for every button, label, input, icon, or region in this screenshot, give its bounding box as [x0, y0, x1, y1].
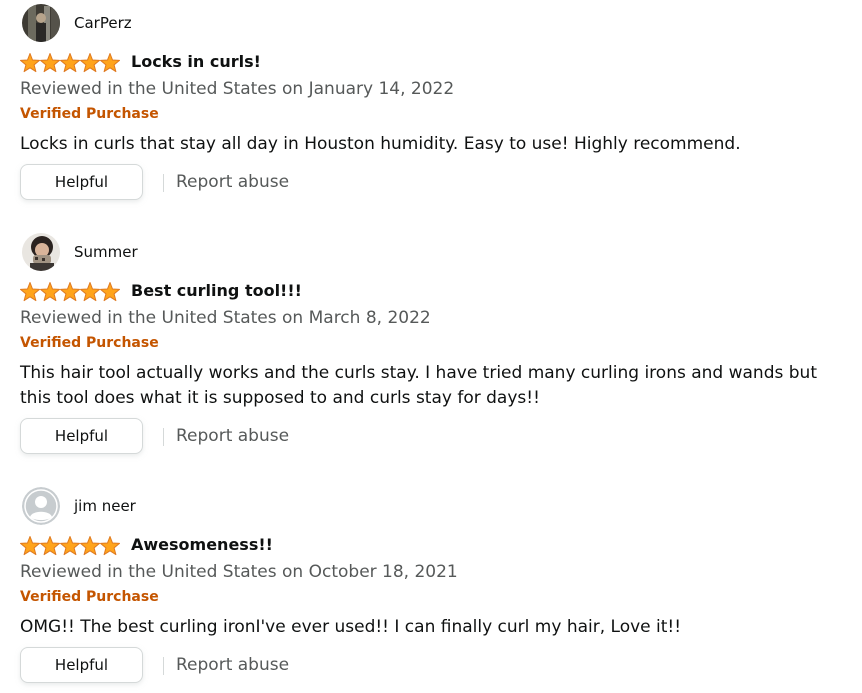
reviewer-profile[interactable]: jim neer	[20, 487, 420, 525]
review-title[interactable]: Awesomeness!!	[131, 535, 273, 554]
helpful-button[interactable]: Helpful	[20, 164, 143, 200]
review-text: OMG!! The best curling ironI've ever use…	[20, 617, 682, 637]
five-star-rating-icon[interactable]	[20, 281, 120, 303]
helpful-button[interactable]: Helpful	[20, 418, 143, 454]
star-icon	[59, 282, 81, 302]
five-star-rating-icon[interactable]	[20, 52, 120, 74]
reviewer-profile[interactable]: CarPerz	[20, 4, 420, 42]
review-text: This hair tool actually works and the cu…	[20, 363, 817, 408]
helpful-button[interactable]: Helpful	[20, 647, 143, 683]
reviewer-profile[interactable]: Summer	[20, 233, 420, 271]
review-text: Locks in curls that stay all day in Hous…	[20, 134, 741, 154]
review-2: Summer Best curling tool!!! Reviewed in …	[20, 233, 850, 458]
star-icon	[99, 53, 120, 73]
reviewer-name[interactable]: CarPerz	[74, 14, 132, 32]
review-title[interactable]: Best curling tool!!!	[131, 281, 302, 300]
default-avatar-icon[interactable]	[22, 487, 60, 525]
verified-purchase-badge[interactable]: Verified Purchase	[20, 106, 159, 122]
review-actions: Helpful Report abuse	[20, 418, 420, 456]
review-3: jim neer Awesomeness!! Reviewed in the U…	[20, 487, 850, 687]
star-icon	[79, 282, 101, 302]
avatar-photo-icon[interactable]	[22, 233, 60, 271]
verified-purchase-badge[interactable]: Verified Purchase	[20, 335, 159, 351]
star-icon	[59, 53, 81, 73]
action-divider	[163, 428, 164, 446]
report-abuse-link[interactable]: Report abuse	[176, 655, 289, 675]
verified-purchase-badge[interactable]: Verified Purchase	[20, 589, 159, 605]
review-actions: Helpful Report abuse	[20, 164, 420, 202]
rating-row: Best curling tool!!!	[20, 280, 820, 304]
star-icon	[79, 53, 101, 73]
review-date: Reviewed in the United States on October…	[20, 562, 458, 582]
avatar-photo-icon[interactable]	[22, 4, 60, 42]
rating-row: Locks in curls!	[20, 51, 820, 75]
five-star-rating-icon[interactable]	[20, 535, 120, 557]
action-divider	[163, 174, 164, 192]
review-title[interactable]: Locks in curls!	[131, 52, 261, 71]
star-icon	[59, 536, 81, 556]
star-icon	[99, 536, 120, 556]
star-icon	[39, 536, 61, 556]
star-icon	[20, 536, 41, 556]
star-icon	[20, 53, 41, 73]
review-date: Reviewed in the United States on January…	[20, 79, 455, 99]
star-icon	[39, 282, 61, 302]
review-1: CarPerz Locks in curls! Reviewed in the …	[20, 4, 850, 204]
star-icon	[39, 53, 61, 73]
star-icon	[20, 282, 41, 302]
report-abuse-link[interactable]: Report abuse	[176, 426, 289, 446]
star-icon	[99, 282, 120, 302]
star-icon	[79, 536, 101, 556]
action-divider	[163, 657, 164, 675]
report-abuse-link[interactable]: Report abuse	[176, 172, 289, 192]
rating-row: Awesomeness!!	[20, 534, 820, 558]
review-actions: Helpful Report abuse	[20, 647, 420, 685]
review-date: Reviewed in the United States on March 8…	[20, 308, 431, 328]
reviewer-name[interactable]: Summer	[74, 243, 138, 261]
reviewer-name[interactable]: jim neer	[74, 497, 136, 515]
